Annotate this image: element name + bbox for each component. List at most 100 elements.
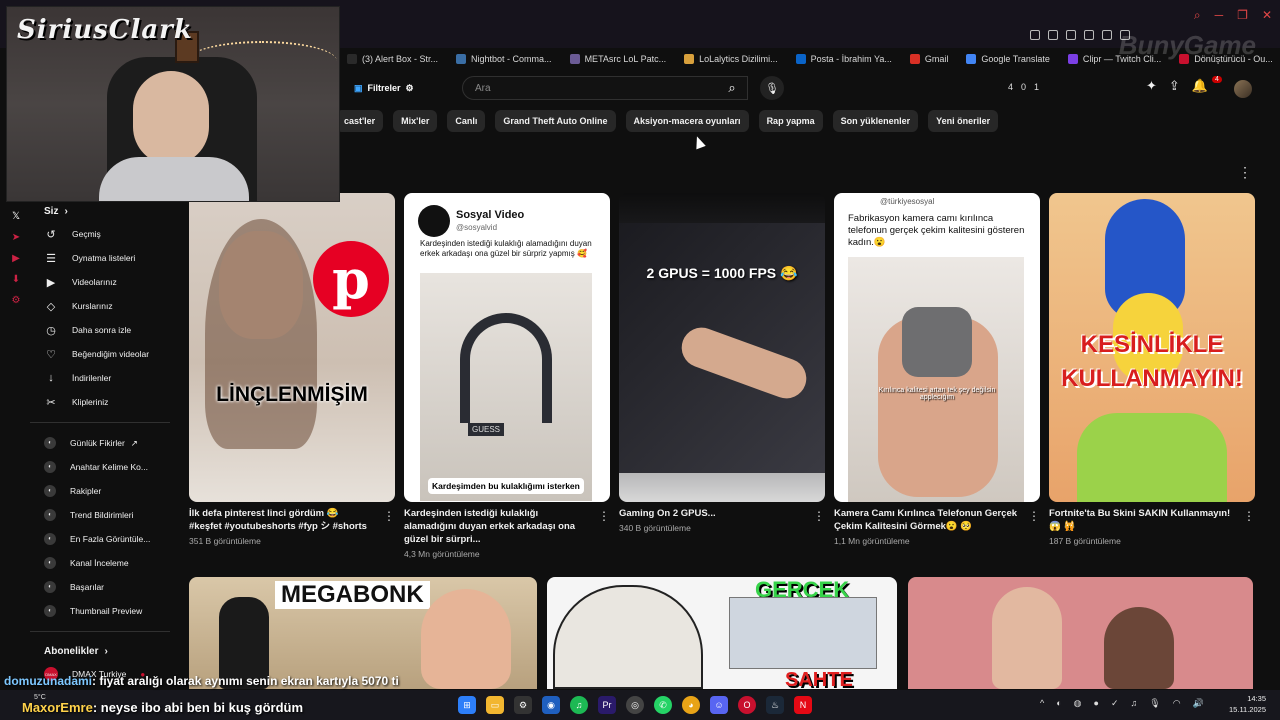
bookmark-item[interactable]: Google Translate xyxy=(959,50,1057,68)
tray-app-icon[interactable]: ◐ xyxy=(1056,698,1061,709)
short-thumbnail[interactable]: @türkiyesosyal Fabrikasyon kamera camı k… xyxy=(834,193,1040,502)
tray-app-icon[interactable]: ✓ xyxy=(1111,698,1119,709)
sidebar-extension-item[interactable]: ◐ Thumbnail Preview xyxy=(30,599,170,623)
sidebar-item[interactable]: ↺ Geçmiş xyxy=(30,222,170,246)
netflix-icon[interactable]: N xyxy=(794,696,812,714)
short-title[interactable]: Gaming On 2 GPUS... xyxy=(619,507,803,520)
sidebar-extension-item[interactable]: ◐ Başarılar xyxy=(30,575,170,599)
folder-icon[interactable]: ▭ xyxy=(486,696,504,714)
video-thumbnail[interactable]: MEGABONK xyxy=(189,577,537,689)
filter-chip[interactable]: Grand Theft Auto Online xyxy=(495,110,616,132)
sidebar-item[interactable]: ◇ Kurslarınız xyxy=(30,294,170,318)
filter-chip[interactable]: cast'ler xyxy=(336,110,384,132)
speaker-icon[interactable]: 🔊 xyxy=(1193,698,1204,709)
settings-icon[interactable]: ⚙ xyxy=(514,696,532,714)
voice-search-button[interactable]: 🎙 xyxy=(760,76,784,100)
short-card[interactable]: 2 GPUS = 1000 FPS 😂 Gaming On 2 GPUS... … xyxy=(619,193,825,533)
bookmark-item[interactable]: (3) Alert Box - Str... xyxy=(340,50,445,68)
search-icon[interactable]: ⌕ xyxy=(1194,8,1201,23)
zoom-icon[interactable] xyxy=(1030,30,1040,40)
tray-app-icon[interactable]: ◍ xyxy=(1074,698,1082,709)
premiere-icon[interactable]: Pr xyxy=(598,696,616,714)
play-icon[interactable] xyxy=(1102,30,1112,40)
sidebar-extension-item[interactable]: ◐ Rakipler xyxy=(30,479,170,503)
maximize-icon[interactable]: ❐ xyxy=(1237,8,1248,23)
bookmark-item[interactable]: Nightbot - Comma... xyxy=(449,50,559,68)
short-thumbnail[interactable]: Sosyal Video @sosyalvid Kardeşinden iste… xyxy=(404,193,610,502)
sidebar-extension-item[interactable]: ◐ Kanal İnceleme xyxy=(30,551,170,575)
short-title[interactable]: İlk defa pinterest linci gördüm 😂 #keşfe… xyxy=(189,507,373,533)
short-title[interactable]: Fortnite'ta Bu Skini SAKIN Kullanmayın! … xyxy=(1049,507,1233,533)
filters-button[interactable]: ▣ Filtreler ⚙ xyxy=(346,77,422,99)
search-button[interactable]: ⌕ xyxy=(716,76,748,100)
filter-chip[interactable]: Aksiyon-macera oyunları xyxy=(625,110,749,132)
short-thumbnail[interactable]: KESİNLİKLE KULLANMAYIN! xyxy=(1049,193,1255,502)
spotify-icon[interactable]: ♫ xyxy=(1131,698,1138,709)
more-options-icon[interactable]: ⋮ xyxy=(1243,509,1255,523)
system-clock[interactable]: 14:35 15.11.2025 xyxy=(1229,693,1266,715)
sidebar-extension-item[interactable]: ◐ En Fazla Görüntüle... xyxy=(30,527,170,551)
sidebar-extension-item[interactable]: ◐ Günlük Fikirler ↗ xyxy=(30,431,170,455)
filter-chip[interactable]: Son yüklenenler xyxy=(832,110,919,132)
bookmark-item[interactable]: Posta - İbrahim Ya... xyxy=(789,50,899,68)
sidebar-extension-item[interactable]: ◐ Anahtar Kelime Ko... xyxy=(30,455,170,479)
video-thumbnail[interactable] xyxy=(908,577,1253,689)
opera-icon[interactable]: O xyxy=(738,696,756,714)
short-card[interactable]: p LİNÇLENMİŞİM İlk defa pinterest linci … xyxy=(189,193,395,546)
pin-icon[interactable] xyxy=(1048,30,1058,40)
bookmark-item[interactable]: LoLalytics Dizilimi... xyxy=(677,50,785,68)
create-icon[interactable]: ⇪ xyxy=(1169,78,1180,94)
screenshot-icon[interactable] xyxy=(1066,30,1076,40)
sidebar-item[interactable]: ♡ Beğendiğim videolar xyxy=(30,342,170,366)
bookmark-item[interactable]: Clipr — Twitch Cli... xyxy=(1061,50,1168,68)
bookmark-item[interactable]: Gmail xyxy=(903,50,956,68)
sidebar-you-header[interactable]: Siz › xyxy=(30,200,170,222)
more-options-icon[interactable]: ⋮ xyxy=(383,509,395,523)
sidebar-extension-item[interactable]: ◐ Trend Bildirimleri xyxy=(30,503,170,527)
steam-icon[interactable]: ♨ xyxy=(766,696,784,714)
more-options-icon[interactable]: ⋮ xyxy=(813,509,825,523)
video-thumbnail[interactable]: GERÇEK SAHTE xyxy=(547,577,897,689)
short-thumbnail[interactable]: 2 GPUS = 1000 FPS 😂 xyxy=(619,193,825,502)
sidebar-item[interactable]: ▶ Videolarınız xyxy=(30,270,170,294)
sidebar-item[interactable]: ↓ İndirilenler xyxy=(30,366,170,390)
sidebar-subscriptions-header[interactable]: Abonelikler › xyxy=(30,640,170,662)
short-title[interactable]: Kardeşinden istediği kulaklığı alamadığı… xyxy=(404,507,588,546)
bookmark-item[interactable]: METAsrc LoL Patc... xyxy=(563,50,674,68)
extension-icon[interactable]: ✦ xyxy=(1146,78,1157,94)
short-title[interactable]: Kamera Camı Kırılınca Telefonun Gerçek Ç… xyxy=(834,507,1018,533)
more-options-icon[interactable]: ⋮ xyxy=(598,509,610,523)
close-icon[interactable]: ✕ xyxy=(1262,8,1272,23)
chrome-icon[interactable]: ◕ xyxy=(682,696,700,714)
start-icon[interactable]: ⊞ xyxy=(458,696,476,714)
more-options-icon[interactable]: ⋮ xyxy=(1028,509,1040,523)
short-card[interactable]: @türkiyesosyal Fabrikasyon kamera camı k… xyxy=(834,193,1040,546)
gear-icon[interactable]: ⚙ xyxy=(12,295,21,306)
short-thumbnail[interactable]: p LİNÇLENMİŞİM xyxy=(189,193,395,502)
bell-icon[interactable]: 🔔 xyxy=(1192,78,1208,94)
download-icon[interactable]: ⬇ xyxy=(12,274,20,285)
sidebar-item[interactable]: ☰ Oynatma listeleri xyxy=(30,246,170,270)
sidebar-item[interactable]: ✂ Klipleriniz xyxy=(30,390,170,414)
minimize-icon[interactable]: ─ xyxy=(1215,8,1224,23)
spotify-icon[interactable]: ♫ xyxy=(570,696,588,714)
search-input[interactable]: Ara xyxy=(462,76,748,100)
microphone-icon[interactable]: 🎙 xyxy=(1149,698,1160,709)
wifi-icon[interactable]: ◠ xyxy=(1173,698,1181,709)
filter-chip[interactable]: Canlı xyxy=(447,110,486,132)
tray-app-icon[interactable]: ● xyxy=(1094,698,1099,709)
chevron-up-icon[interactable]: ^ xyxy=(1040,698,1044,709)
short-card[interactable]: Sosyal Video @sosyalvid Kardeşinden iste… xyxy=(404,193,610,559)
filter-chip[interactable]: Mix'ler xyxy=(393,110,438,132)
short-card[interactable]: KESİNLİKLE KULLANMAYIN! Fortnite'ta Bu S… xyxy=(1049,193,1255,546)
obs-icon[interactable]: ◎ xyxy=(626,696,644,714)
app-icon[interactable]: ◉ xyxy=(542,696,560,714)
filter-chip[interactable]: Yeni öneriler xyxy=(928,110,999,132)
whatsapp-icon[interactable]: ✆ xyxy=(654,696,672,714)
filter-chip[interactable]: Rap yapma xyxy=(758,110,823,132)
avatar[interactable] xyxy=(1234,80,1252,98)
discord-icon[interactable]: ☺ xyxy=(710,696,728,714)
more-options-icon[interactable]: ⋮ xyxy=(1238,164,1252,181)
bookmark-item[interactable]: Dönüştürücü - Ou... xyxy=(1172,50,1280,68)
x-icon[interactable]: 𝕏 xyxy=(12,211,20,222)
